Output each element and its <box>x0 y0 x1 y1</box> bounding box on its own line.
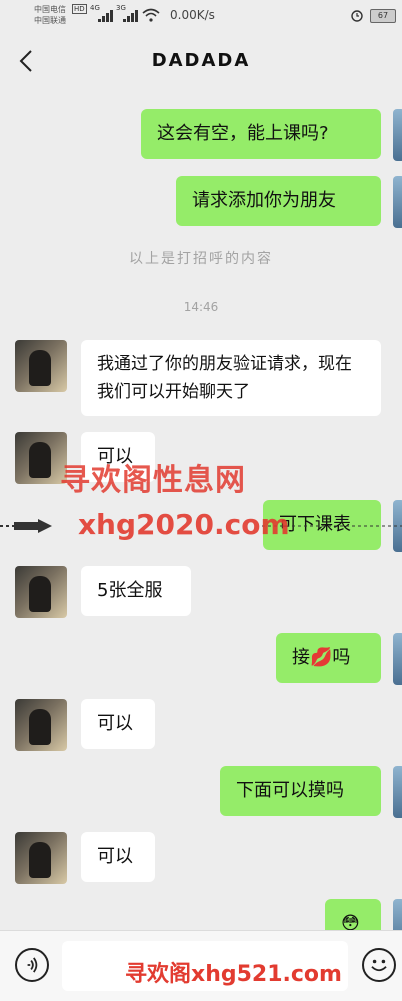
my-avatar[interactable] <box>393 766 402 818</box>
my-avatar[interactable] <box>393 633 402 685</box>
my-avatar[interactable] <box>393 176 402 228</box>
message-bubble-right[interactable]: 接💋吗 <box>276 633 381 683</box>
message-bubble-right[interactable]: 这会有空，能上课吗? <box>141 109 381 159</box>
emoji-icon[interactable] <box>362 948 396 982</box>
message-text: 接💋吗 <box>292 647 351 668</box>
message-text: 我通过了你的朋友验证请求，现在我们可以开始聊天了 <box>97 354 352 402</box>
message-text: 可以 <box>97 713 133 734</box>
battery-indicator: 67 <box>370 9 396 23</box>
carrier-1: 中国电信 <box>34 5 66 14</box>
watermark-bottom: 寻欢阁xhg521.com <box>125 962 342 987</box>
chat-header: DADADA <box>0 32 402 90</box>
message-bubble-left[interactable]: 可以 <box>81 699 155 749</box>
voice-icon[interactable] <box>15 948 49 982</box>
watermark-middle: xhg2020.com <box>78 508 290 541</box>
my-avatar[interactable] <box>393 109 402 161</box>
message-bubble-right[interactable]: 下面可以摸吗 <box>220 766 381 816</box>
alarm-icon <box>351 10 363 22</box>
carrier-2: 中国联通 <box>34 16 66 25</box>
message-bubble-left[interactable]: 我通过了你的朋友验证请求，现在我们可以开始聊天了 <box>81 340 381 416</box>
message-text: 5张全服 <box>97 580 163 601</box>
message-text: 下面可以摸吗 <box>236 780 344 801</box>
timestamp: 14:46 <box>183 300 219 314</box>
message-bubble-right[interactable]: 请求添加你为朋友 <box>176 176 381 226</box>
contact-avatar[interactable] <box>15 699 67 751</box>
hd-badge: HD <box>72 4 87 14</box>
my-avatar[interactable] <box>393 899 402 930</box>
message-bubble-left[interactable]: 可以 <box>81 832 155 882</box>
message-bubble-right[interactable]: 😳 <box>325 899 381 930</box>
contact-avatar[interactable] <box>15 340 67 392</box>
message-text: 请求添加你为朋友 <box>192 190 336 211</box>
status-bar: 中国电信 中国联通 HD 4G 3G 0.00K/s 67 <box>0 0 402 32</box>
wifi-icon <box>142 8 160 22</box>
signal-icon <box>98 10 113 22</box>
watermark-top: 寻欢阁性息网 <box>60 463 246 498</box>
carrier-labels: 中国电信 中国联通 <box>34 4 66 26</box>
signal-icon <box>123 10 138 22</box>
contact-avatar[interactable] <box>15 566 67 618</box>
contact-avatar[interactable] <box>15 832 67 884</box>
network-speed: 0.00K/s <box>170 8 215 22</box>
chat-title: DADADA <box>151 50 251 71</box>
system-notice: 以上是打招呼的内容 <box>129 251 273 267</box>
message-text: 可以 <box>97 846 133 867</box>
message-text: 😳 <box>341 913 360 930</box>
message-bubble-left[interactable]: 5张全服 <box>81 566 191 616</box>
message-text: 这会有空，能上课吗? <box>157 123 329 144</box>
